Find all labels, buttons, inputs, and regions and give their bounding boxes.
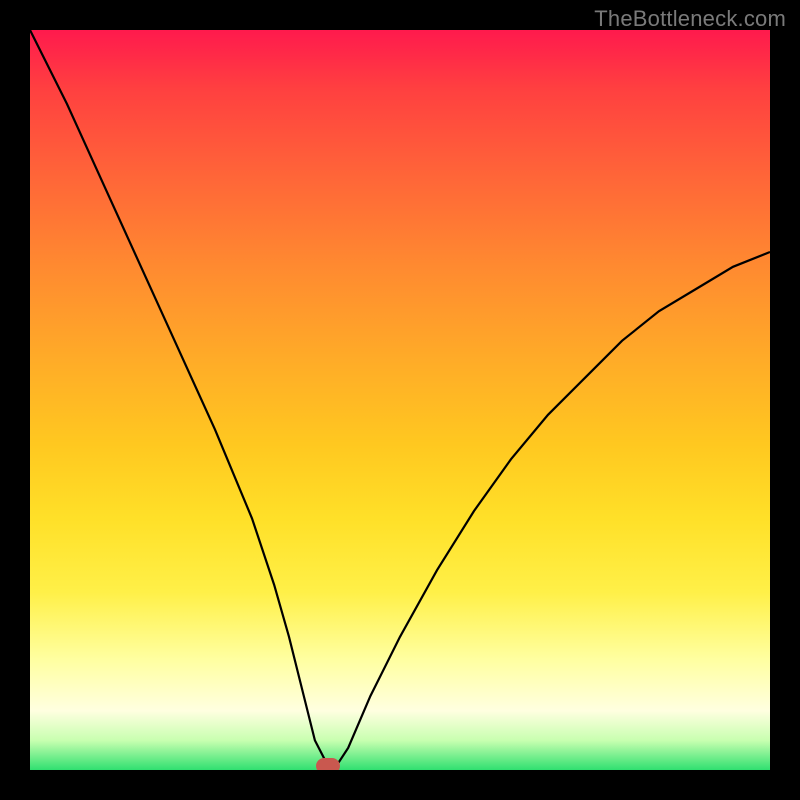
watermark-text: TheBottleneck.com bbox=[594, 6, 786, 32]
chart-frame: TheBottleneck.com bbox=[0, 0, 800, 800]
bottleneck-curve bbox=[30, 30, 770, 766]
optimum-marker bbox=[316, 758, 340, 770]
plot-area bbox=[30, 30, 770, 770]
curve-layer bbox=[30, 30, 770, 770]
